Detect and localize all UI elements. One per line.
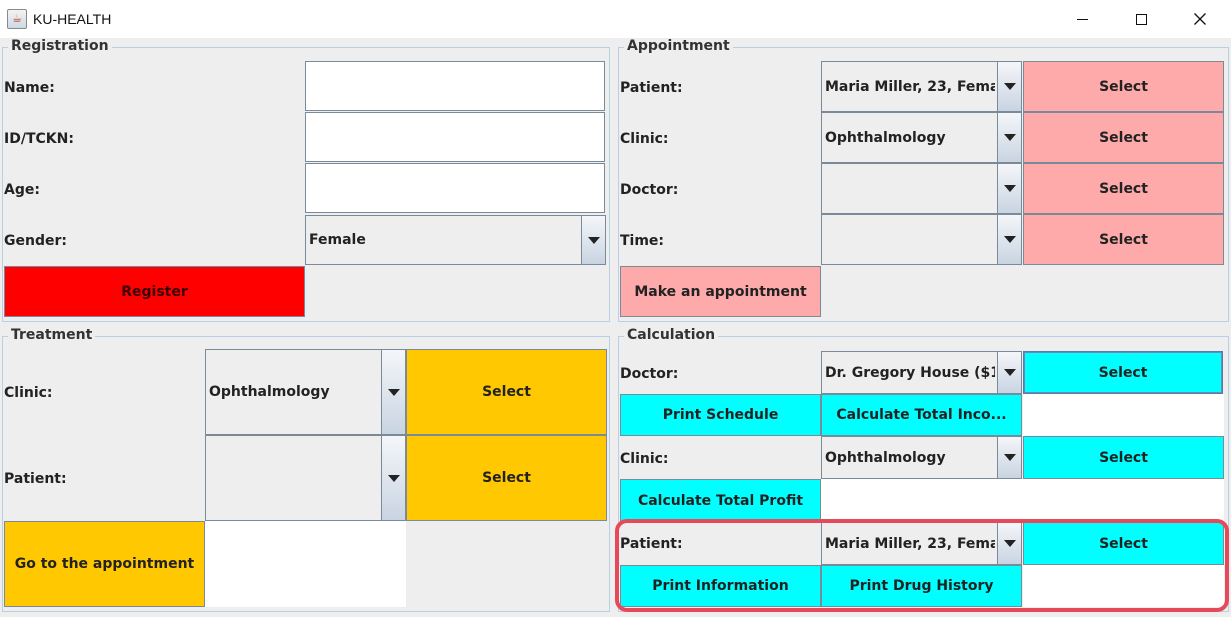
java-coffee-icon: ☕: [7, 9, 27, 29]
treat-clinic-value: Ophthalmology: [209, 384, 330, 400]
calc-doctor-label: Doctor:: [620, 366, 679, 382]
print-schedule-button[interactable]: Print Schedule: [620, 394, 821, 436]
calc-doctor-value: Dr. Gregory House ($1...: [825, 364, 995, 381]
calc-patient-value: Maria Miller, 23, Femal...: [825, 535, 995, 552]
calc-clinic-select[interactable]: Ophthalmology: [821, 436, 1022, 479]
treat-clinic-label: Clinic:: [4, 385, 53, 401]
patient-output-area: [1023, 565, 1224, 607]
maximize-button[interactable]: [1112, 0, 1170, 38]
appt-clinic-select-button[interactable]: Select: [1023, 112, 1224, 163]
appt-time-select[interactable]: [821, 214, 1022, 265]
chevron-down-icon[interactable]: [997, 113, 1021, 162]
appt-doctor-value: [825, 164, 995, 213]
calculate-total-income-button[interactable]: Calculate Total Inco...: [821, 394, 1022, 436]
register-button[interactable]: Register: [4, 266, 305, 317]
appt-patient-label: Patient:: [620, 80, 683, 96]
chevron-down-icon[interactable]: [997, 437, 1021, 478]
appt-clinic-value: Ophthalmology: [825, 129, 946, 146]
appt-clinic-select[interactable]: Ophthalmology: [821, 112, 1022, 163]
treatment-output-area: [205, 521, 406, 607]
appt-doctor-select-button[interactable]: Select: [1023, 163, 1224, 214]
print-drug-history-button[interactable]: Print Drug History: [821, 565, 1022, 607]
close-button[interactable]: [1171, 0, 1229, 38]
calc-clinic-value: Ophthalmology: [825, 449, 946, 466]
calc-clinic-select-button[interactable]: Select: [1023, 436, 1224, 479]
appt-time-select-button[interactable]: Select: [1023, 214, 1224, 265]
chevron-down-icon[interactable]: [997, 523, 1021, 564]
print-information-button[interactable]: Print Information: [620, 565, 821, 607]
chevron-down-icon[interactable]: [997, 62, 1021, 111]
treat-clinic-select-button[interactable]: Select: [406, 349, 607, 435]
maximize-icon: [1135, 13, 1147, 25]
treat-patient-select[interactable]: [205, 435, 406, 521]
appt-doctor-select[interactable]: [821, 163, 1022, 214]
calc-clinic-label: Clinic:: [620, 451, 669, 467]
appt-patient-value: Maria Miller, 23, Femal...: [825, 78, 995, 95]
calc-doctor-select[interactable]: Dr. Gregory House ($1...: [821, 351, 1022, 394]
profit-output-area: [821, 479, 1224, 522]
window-title: KU-HEALTH: [33, 11, 112, 27]
appt-patient-select-button[interactable]: Select: [1023, 61, 1224, 112]
calc-patient-select-button[interactable]: Select: [1023, 522, 1224, 565]
go-to-appointment-button[interactable]: Go to the appointment: [4, 521, 205, 607]
treatment-title: Treatment: [8, 327, 96, 343]
name-field[interactable]: [305, 61, 605, 111]
id-field[interactable]: [305, 112, 605, 162]
treat-clinic-select[interactable]: Ophthalmology: [205, 349, 406, 435]
chevron-down-icon[interactable]: [581, 216, 605, 264]
registration-title: Registration: [8, 38, 112, 54]
calc-patient-select[interactable]: Maria Miller, 23, Femal...: [821, 522, 1022, 565]
chevron-down-icon[interactable]: [997, 215, 1021, 264]
income-output-area: [1023, 394, 1224, 436]
calculate-total-profit-button[interactable]: Calculate Total Profit: [620, 479, 821, 522]
treat-patient-select-button[interactable]: Select: [406, 435, 607, 521]
close-icon: [1194, 13, 1206, 25]
appt-doctor-label: Doctor:: [620, 182, 679, 198]
appt-patient-select[interactable]: Maria Miller, 23, Femal...: [821, 61, 1022, 112]
treat-patient-value: [209, 436, 379, 520]
gender-label: Gender:: [4, 233, 67, 249]
appt-time-label: Time:: [620, 233, 665, 249]
title-bar: ☕ KU-HEALTH: [0, 0, 1231, 38]
name-label: Name:: [4, 80, 55, 96]
age-label: Age:: [4, 182, 40, 198]
appt-clinic-label: Clinic:: [620, 131, 669, 147]
id-label: ID/TCKN:: [4, 131, 74, 147]
chevron-down-icon[interactable]: [997, 352, 1021, 393]
appointment-title: Appointment: [624, 38, 733, 54]
gender-value: Female: [309, 232, 366, 248]
minimize-icon: [1076, 18, 1088, 20]
calc-doctor-select-button[interactable]: Select: [1023, 351, 1223, 394]
calc-patient-label: Patient:: [620, 536, 683, 552]
age-field[interactable]: [305, 163, 605, 213]
appt-time-value: [825, 215, 995, 264]
calculation-title: Calculation: [624, 327, 719, 343]
chevron-down-icon[interactable]: [381, 350, 405, 434]
treat-patient-label: Patient:: [4, 471, 67, 487]
minimize-button[interactable]: [1053, 0, 1111, 38]
chevron-down-icon[interactable]: [997, 164, 1021, 213]
make-appointment-button[interactable]: Make an appointment: [620, 266, 821, 317]
chevron-down-icon[interactable]: [381, 436, 405, 520]
gender-select[interactable]: Female: [305, 215, 606, 265]
